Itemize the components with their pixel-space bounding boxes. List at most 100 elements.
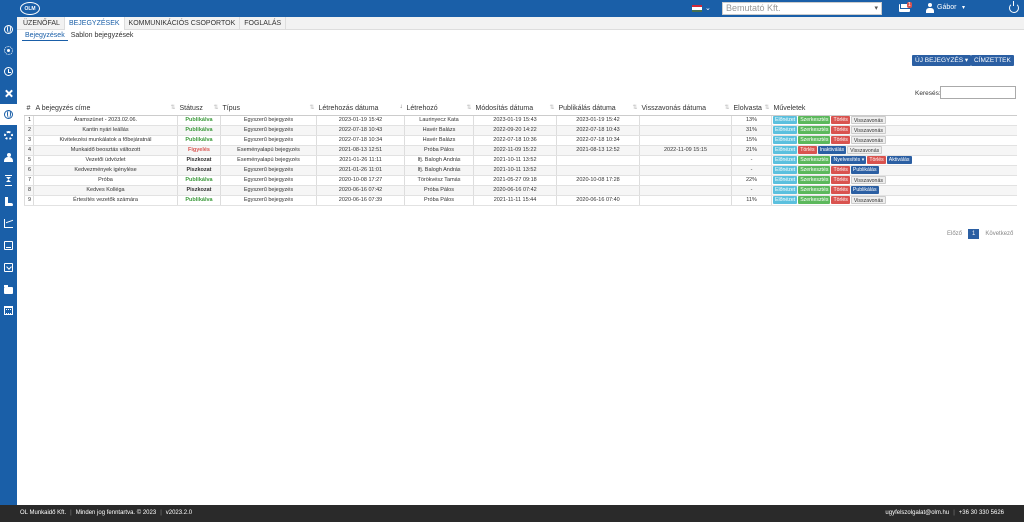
- cell-created: 2020-06-16 07:39: [316, 195, 405, 206]
- olm-logo[interactable]: OLM: [20, 2, 40, 15]
- tab-foglalas[interactable]: FOGLALÁS: [240, 16, 287, 30]
- revoke-button[interactable]: Visszavonás: [850, 176, 886, 184]
- column-header[interactable]: Publikálás dátuma ⇅: [556, 102, 640, 116]
- revoke-button[interactable]: Visszavonás: [850, 136, 886, 144]
- sidebar-item-inbox-in[interactable]: [0, 235, 17, 256]
- user-icon[interactable]: [926, 3, 934, 13]
- company-select[interactable]: Bemutató Kft. ▾: [722, 2, 882, 15]
- table-row[interactable]: 6 Kedvezmények igénylése Piszkozat Egyszerű…: [24, 165, 1017, 176]
- publish-button[interactable]: Publikálás: [850, 186, 879, 194]
- revoke-button[interactable]: Visszavonás: [850, 126, 886, 134]
- column-header[interactable]: Elolvasta ⇅: [731, 102, 772, 116]
- sidebar-item-clock[interactable]: [0, 61, 17, 82]
- search-label: Keresés:: [915, 90, 941, 97]
- cell-title: Munkaidő beosztás változott: [33, 145, 178, 156]
- sidebar-item-folder[interactable]: [0, 279, 17, 300]
- sidebar-item-tools[interactable]: [0, 83, 17, 104]
- sidebar-item-boot[interactable]: [0, 191, 17, 212]
- footer-phone[interactable]: +36 30 330 5626: [959, 510, 1004, 516]
- pager-current[interactable]: 1: [968, 229, 980, 239]
- edit-button[interactable]: Szerkesztés: [798, 176, 831, 184]
- preview-button[interactable]: Előnézet: [773, 176, 798, 184]
- preview-button[interactable]: Előnézet: [773, 196, 798, 204]
- preview-button[interactable]: Előnézet: [773, 146, 798, 154]
- column-header[interactable]: Létrehozás dátuma ↓: [316, 102, 405, 116]
- column-header[interactable]: Létrehozó ⇅: [404, 102, 474, 116]
- sidebar-item-inbox-out[interactable]: [0, 257, 17, 278]
- search-input[interactable]: [940, 86, 1016, 99]
- sidebar-item-sun[interactable]: [0, 40, 17, 61]
- sidebar-item-settings[interactable]: [0, 125, 17, 146]
- delete-button[interactable]: Törlés: [831, 116, 850, 124]
- table-row[interactable]: 8 Kedves Kolléga Piszkozat Egyszerű bejegyz…: [24, 185, 1017, 196]
- delete-button[interactable]: Törlés: [831, 136, 850, 144]
- revoke-button[interactable]: Visszavonás: [850, 116, 886, 124]
- revoke-button[interactable]: Visszavonás: [850, 196, 886, 204]
- edit-button[interactable]: Szerkesztés: [798, 136, 831, 144]
- column-header[interactable]: Visszavonás dátuma ⇅: [639, 102, 732, 116]
- edit-button[interactable]: Szerkesztés: [798, 126, 831, 134]
- power-icon[interactable]: [1009, 1, 1019, 13]
- tab-uzenofal[interactable]: ÜZENŐFAL: [19, 16, 65, 30]
- preview-button[interactable]: Előnézet: [773, 136, 798, 144]
- language-chevron-down-icon[interactable]: ⌄: [705, 4, 711, 12]
- table-row[interactable]: 4 Munkaidő beosztás változott Figyelés Esem…: [24, 145, 1017, 156]
- tab-bejegyzesek[interactable]: BEJEGYZÉSEK: [64, 16, 125, 30]
- revoke-button[interactable]: Visszavonás: [847, 146, 883, 154]
- table-row[interactable]: 9 Értesítés vezetők számára Publikálva Egys…: [24, 195, 1017, 206]
- delete-button[interactable]: Törlés: [831, 196, 850, 204]
- column-header[interactable]: Módosítás dátuma ⇅: [473, 102, 557, 116]
- preview-button[interactable]: Előnézet: [773, 156, 798, 164]
- hungarian-flag-icon[interactable]: [692, 5, 702, 12]
- pager-prev[interactable]: Előző: [947, 231, 962, 237]
- chevron-down-icon: ▾: [874, 5, 878, 12]
- sidebar-item-globe[interactable]: [0, 19, 17, 40]
- preview-button[interactable]: Előnézet: [773, 116, 798, 124]
- new-entry-button[interactable]: ÚJ BEJEGYZÉS ▾: [912, 55, 972, 66]
- delete-button[interactable]: Törlés: [831, 186, 850, 194]
- sidebar-item-communication[interactable]: [0, 104, 17, 125]
- delete-button[interactable]: Törlés: [831, 176, 850, 184]
- sidebar-item-users[interactable]: [0, 147, 17, 168]
- activate-button[interactable]: Aktiválás: [886, 156, 912, 164]
- recipients-button[interactable]: CÍMZETTEK: [971, 55, 1014, 66]
- sidebar-item-chart[interactable]: [0, 213, 17, 234]
- delete-button[interactable]: Törlés: [831, 166, 850, 174]
- delete-button[interactable]: Törlés: [798, 146, 817, 154]
- delete-button[interactable]: Törlés: [867, 156, 886, 164]
- inactivate-button[interactable]: Inaktiválás: [817, 146, 847, 154]
- publish-button[interactable]: Publikálás: [850, 166, 879, 174]
- table-row[interactable]: 2 Kantin nyári leállás Publikálva Egyszerű …: [24, 125, 1017, 136]
- edit-button[interactable]: Szerkesztés: [798, 166, 831, 174]
- table-row[interactable]: 3 Kivitelezési munkálatok a főbejáratnál P…: [24, 135, 1017, 146]
- preview-button[interactable]: Előnézet: [773, 166, 798, 174]
- cell-actions: Előnézet Szerkesztés Törlés Visszavonás: [771, 115, 1017, 126]
- column-header[interactable]: Műveletek: [771, 102, 1017, 116]
- tab-kommunikacios-csoportok[interactable]: KOMMUNIKÁCIÓS CSOPORTOK: [125, 16, 241, 30]
- user-menu-chevron-down-icon[interactable]: ▾: [962, 4, 965, 11]
- column-header[interactable]: Státusz ⇅: [177, 102, 221, 116]
- edit-button[interactable]: Szerkesztés: [798, 116, 831, 124]
- user-name[interactable]: Gábor: [937, 4, 956, 11]
- footer-email[interactable]: ugyfelszolgalat@olm.hu: [885, 510, 949, 516]
- subtab-sablon-bejegyzesek[interactable]: Sablon bejegyzések: [68, 30, 137, 41]
- preview-button[interactable]: Előnézet: [773, 126, 798, 134]
- cell-revoked: [639, 155, 732, 166]
- preview-button[interactable]: Előnézet: [773, 186, 798, 194]
- edit-button[interactable]: Szerkesztés: [798, 196, 831, 204]
- pager-next[interactable]: Következő: [985, 231, 1013, 237]
- cell-revoked: [639, 135, 732, 146]
- sidebar-item-calendar[interactable]: [0, 300, 17, 321]
- sidebar-item-hourglass[interactable]: [0, 169, 17, 190]
- delete-button[interactable]: Törlés: [831, 126, 850, 134]
- column-header[interactable]: A bejegyzés címe ⇅: [33, 102, 178, 116]
- table-row[interactable]: 5 Vezetői üdvözlet Piszkozat Eseményalapú b…: [24, 155, 1017, 166]
- localize-dropdown-button[interactable]: Nyelvesítés ▾: [831, 156, 867, 164]
- table-row[interactable]: 7 Próba Publikálva Egyszerű bejegyzés 2020-1…: [24, 175, 1017, 186]
- column-header[interactable]: Típus ⇅: [220, 102, 317, 116]
- subtab-bejegyzesek[interactable]: Bejegyzések: [22, 30, 68, 41]
- column-header[interactable]: #: [24, 102, 34, 116]
- edit-button[interactable]: Szerkesztés: [798, 186, 831, 194]
- table-row[interactable]: 1 Áramszünet - 2023.02.06. Publikálva Egysz…: [24, 115, 1017, 126]
- edit-button[interactable]: Szerkesztés: [798, 156, 831, 164]
